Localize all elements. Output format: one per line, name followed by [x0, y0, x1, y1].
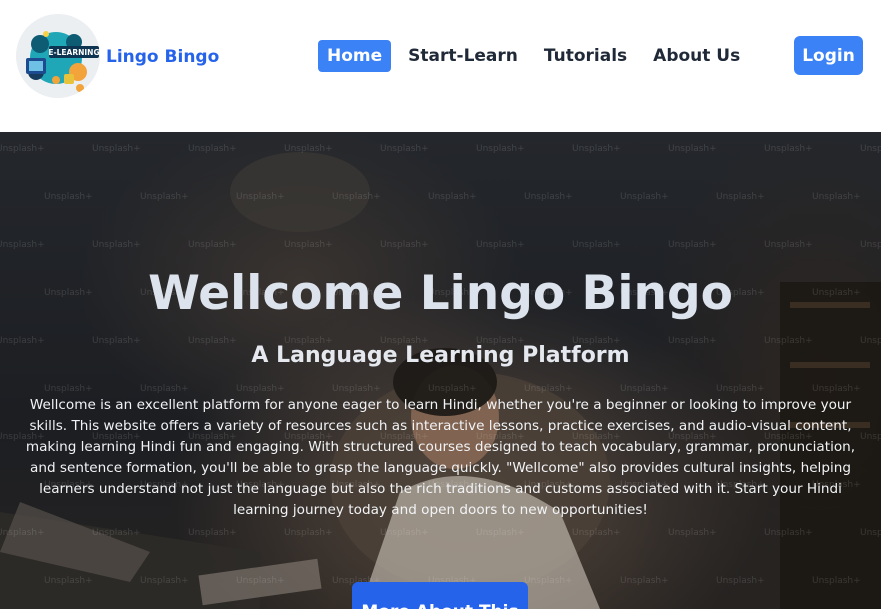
watermark-text: Unsplash+: [668, 240, 717, 250]
site-header: E-LEARNING Lingo Bingo Home Start-Learn …: [0, 0, 881, 132]
watermark-text: Unsplash+: [92, 240, 141, 250]
watermark-text: Unsplash+: [620, 384, 669, 394]
watermark-text: Unsplash+: [0, 144, 45, 154]
brand-name: Lingo Bingo: [106, 47, 220, 67]
watermark-text: Unsplash+: [476, 240, 525, 250]
nav-item-about-us[interactable]: About Us: [644, 40, 749, 72]
watermark-text: Unsplash+: [428, 384, 477, 394]
watermark-text: Unsplash+: [860, 144, 881, 154]
watermark-text: Unsplash+: [284, 240, 333, 250]
watermark-text: Unsplash+: [332, 384, 381, 394]
watermark-text: Unsplash+: [44, 576, 93, 586]
hero-subtitle: A Language Learning Platform: [251, 343, 630, 368]
watermark-text: Unsplash+: [860, 528, 881, 538]
watermark-text: Unsplash+: [188, 240, 237, 250]
nav-item-start-learn[interactable]: Start-Learn: [399, 40, 527, 72]
watermark-text: Unsplash+: [0, 528, 45, 538]
main-nav: Home Start-Learn Tutorials About Us: [318, 40, 757, 72]
watermark-text: Unsplash+: [284, 528, 333, 538]
watermark-text: Unsplash+: [764, 240, 813, 250]
watermark-text: Unsplash+: [476, 528, 525, 538]
brand[interactable]: E-LEARNING Lingo Bingo: [16, 14, 219, 98]
e-learning-logo-icon: E-LEARNING: [16, 14, 100, 98]
watermark-text: Unsplash+: [476, 144, 525, 154]
watermark-text: Unsplash+: [0, 240, 45, 250]
watermark-text: Unsplash+: [332, 192, 381, 202]
watermark-text: Unsplash+: [44, 192, 93, 202]
hero-banner: Unsplash+ Unsplash+ Unsplash+ Unsplash+ Unsp…: [0, 132, 881, 609]
watermark-text: Unsplash+: [92, 528, 141, 538]
watermark-text: Unsplash+: [620, 192, 669, 202]
watermark-text: Unsplash+: [92, 144, 141, 154]
watermark-text: Unsplash+: [380, 144, 429, 154]
watermark-text: Unsplash+: [284, 144, 333, 154]
watermark-text: Unsplash+: [572, 528, 621, 538]
watermark-text: Unsplash+: [140, 192, 189, 202]
watermark-text: Unsplash+: [764, 144, 813, 154]
watermark-text: Unsplash+: [188, 144, 237, 154]
watermark-text: Unsplash+: [236, 192, 285, 202]
watermark-text: Unsplash+: [140, 384, 189, 394]
watermark-text: Unsplash+: [764, 528, 813, 538]
watermark-text: Unsplash+: [140, 576, 189, 586]
watermark-text: Unsplash+: [812, 576, 861, 586]
hero-description: Wellcome is an excellent platform for an…: [25, 397, 856, 518]
watermark-text: Unsplash+: [380, 240, 429, 250]
watermark-text: Unsplash+: [44, 384, 93, 394]
watermark-layer: Unsplash+ Unsplash+ Unsplash+ Unsplash+ Unsp…: [0, 132, 881, 609]
hero-title: Wellcome Lingo Bingo: [148, 266, 733, 321]
watermark-text: Unsplash+: [716, 384, 765, 394]
watermark-text: Unsplash+: [524, 192, 573, 202]
watermark-text: Unsplash+: [716, 576, 765, 586]
more-about-button[interactable]: More About This: [352, 582, 528, 609]
watermark-text: Unsplash+: [188, 528, 237, 538]
watermark-text: Unsplash+: [236, 384, 285, 394]
login-button[interactable]: Login: [794, 36, 863, 75]
watermark-text: Unsplash+: [860, 240, 881, 250]
watermark-text: Unsplash+: [668, 144, 717, 154]
logo-text: E-LEARNING: [48, 48, 99, 57]
logo: E-LEARNING: [16, 14, 100, 98]
watermark-text: Unsplash+: [812, 192, 861, 202]
watermark-text: Unsplash+: [572, 144, 621, 154]
watermark-text: Unsplash+: [380, 528, 429, 538]
watermark-text: Unsplash+: [620, 576, 669, 586]
watermark-text: Unsplash+: [812, 384, 861, 394]
watermark-text: Unsplash+: [236, 576, 285, 586]
nav-item-home[interactable]: Home: [318, 40, 392, 72]
watermark-text: Unsplash+: [428, 192, 477, 202]
watermark-text: Unsplash+: [668, 528, 717, 538]
watermark-text: Unsplash+: [524, 384, 573, 394]
nav-item-tutorials[interactable]: Tutorials: [535, 40, 636, 72]
watermark-text: Unsplash+: [716, 192, 765, 202]
watermark-text: Unsplash+: [524, 576, 573, 586]
watermark-text: Unsplash+: [572, 240, 621, 250]
